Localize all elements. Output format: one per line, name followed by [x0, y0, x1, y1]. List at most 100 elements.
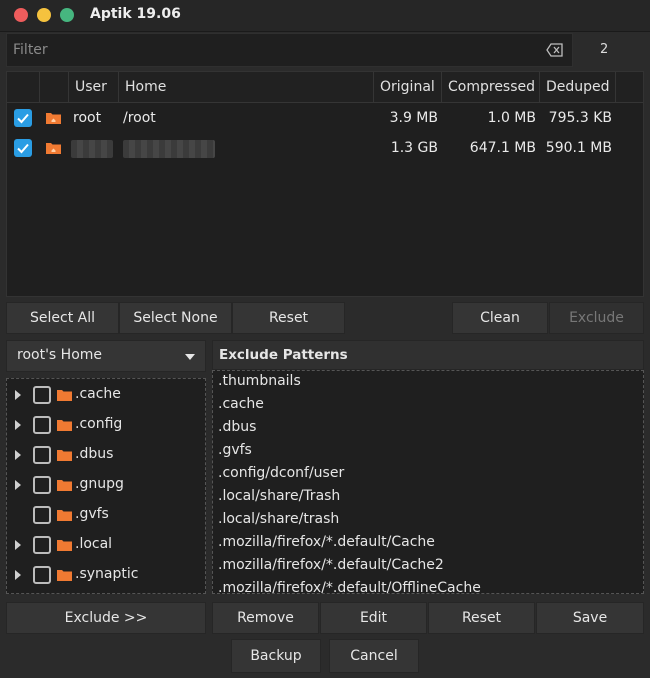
folder-icon [57, 510, 72, 521]
deduped-size-cell: 795.3 KB [548, 110, 612, 126]
tree-item-label: .gvfs [75, 506, 109, 522]
row-checkbox[interactable] [14, 109, 32, 127]
original-size-cell: 1.3 GB [390, 140, 438, 156]
list-item[interactable]: .config/dconf/user [218, 465, 344, 481]
exclude-button[interactable]: Exclude [549, 302, 644, 334]
tree-item[interactable]: .local [7, 530, 205, 560]
check-icon [17, 113, 29, 124]
folder-icon [57, 570, 72, 581]
redacted-user-cell [71, 140, 113, 158]
compressed-size-cell: 1.0 MB [487, 110, 536, 126]
expand-arrow-icon[interactable] [15, 390, 21, 400]
maximize-window-button[interactable] [60, 8, 74, 22]
title-bar: Aptik 19.06 [0, 0, 650, 32]
list-item[interactable]: .cache [218, 396, 264, 412]
header-compressed[interactable]: Compressed [441, 72, 539, 103]
header-original[interactable]: Original [373, 72, 441, 103]
header-deduped[interactable]: Deduped [539, 72, 615, 103]
check-icon [17, 143, 29, 154]
tree-item-label: .gnupg [75, 476, 124, 492]
tree-checkbox[interactable] [33, 386, 51, 404]
header-user[interactable]: User [68, 72, 118, 103]
tree-item-label: .config [75, 416, 123, 432]
minimize-window-button[interactable] [37, 8, 51, 22]
redacted-home-cell [123, 140, 215, 158]
filter-input[interactable] [13, 40, 533, 60]
deduped-size-cell: 590.1 MB [545, 140, 612, 156]
chevron-down-icon [185, 354, 195, 360]
tree-checkbox[interactable] [33, 446, 51, 464]
home-folder-icon [46, 113, 61, 124]
table-row[interactable]: root /root 3.9 MB 1.0 MB 795.3 KB [7, 103, 643, 133]
tree-item[interactable]: .config [7, 410, 205, 440]
tree-item-label: .synaptic [75, 566, 139, 582]
header-checkbox-column[interactable] [7, 72, 39, 103]
select-all-button[interactable]: Select All [6, 302, 119, 334]
folder-icon [57, 390, 72, 401]
tree-checkbox[interactable] [33, 416, 51, 434]
header-spacer [615, 72, 643, 103]
tree-item[interactable]: .cache [7, 380, 205, 410]
list-item[interactable]: .local/share/trash [218, 511, 339, 527]
exclude-add-button[interactable]: Exclude >> [6, 602, 206, 634]
close-window-button[interactable] [14, 8, 28, 22]
folder-icon [57, 450, 72, 461]
table-row[interactable]: 1.3 GB 647.1 MB 590.1 MB [7, 133, 643, 163]
list-item[interactable]: .mozilla/firefox/*.default/Cache [218, 534, 435, 550]
reset-patterns-button[interactable]: Reset [428, 602, 535, 634]
exclude-patterns-list: .thumbnails .cache .dbus .gvfs .config/d… [212, 370, 644, 594]
list-item[interactable]: .gvfs [218, 442, 252, 458]
row-checkbox[interactable] [14, 139, 32, 157]
home-selector-dropdown[interactable]: root's Home [6, 340, 206, 372]
filter-box [6, 33, 573, 67]
expand-arrow-icon[interactable] [15, 420, 21, 430]
expand-arrow-icon[interactable] [15, 540, 21, 550]
list-item[interactable]: .local/share/Trash [218, 488, 340, 504]
folder-icon [57, 420, 72, 431]
home-selector-value: root's Home [17, 347, 103, 363]
reset-selection-button[interactable]: Reset [232, 302, 345, 334]
expand-arrow-icon[interactable] [15, 570, 21, 580]
home-folder-icon [46, 143, 61, 154]
cancel-button[interactable]: Cancel [329, 639, 419, 673]
expand-arrow-icon[interactable] [15, 480, 21, 490]
header-icon-column[interactable] [39, 72, 68, 103]
tree-item[interactable]: .synaptic [7, 560, 205, 590]
users-table: User Home Original Compressed Deduped ro… [6, 71, 644, 297]
table-header: User Home Original Compressed Deduped [7, 72, 643, 103]
list-item[interactable]: .mozilla/firefox/*.default/Cache2 [218, 557, 444, 573]
tree-checkbox[interactable] [33, 566, 51, 584]
expand-arrow-icon[interactable] [15, 450, 21, 460]
tree-checkbox[interactable] [33, 476, 51, 494]
select-none-button[interactable]: Select None [119, 302, 232, 334]
tree-checkbox[interactable] [33, 506, 51, 524]
list-item[interactable]: .thumbnails [218, 373, 301, 389]
tree-item[interactable]: .gnupg [7, 470, 205, 500]
remove-pattern-button[interactable]: Remove [212, 602, 319, 634]
tree-item-label: .cache [75, 386, 121, 402]
tree-item-label: .dbus [75, 446, 114, 462]
folder-tree: .cache .config .dbus .gnupg .gvfs .local… [6, 378, 206, 594]
result-count: 2 [600, 42, 609, 57]
original-size-cell: 3.9 MB [389, 110, 438, 126]
window-title: Aptik 19.06 [90, 6, 181, 22]
user-cell: root [73, 110, 102, 126]
header-home[interactable]: Home [118, 72, 373, 103]
save-patterns-button[interactable]: Save [536, 602, 644, 634]
backup-button[interactable]: Backup [231, 639, 321, 673]
list-item[interactable]: .mozilla/firefox/*.default/OfflineCache [218, 580, 481, 593]
compressed-size-cell: 647.1 MB [469, 140, 536, 156]
exclude-patterns-title: Exclude Patterns [219, 347, 348, 363]
clean-button[interactable]: Clean [452, 302, 548, 334]
folder-icon [57, 540, 72, 551]
tree-item[interactable]: .dbus [7, 440, 205, 470]
clear-text-icon[interactable] [546, 43, 564, 57]
edit-pattern-button[interactable]: Edit [320, 602, 427, 634]
exclude-patterns-header: Exclude Patterns [212, 340, 644, 370]
folder-icon [57, 480, 72, 491]
tree-item-label: .local [75, 536, 113, 552]
tree-checkbox[interactable] [33, 536, 51, 554]
list-item[interactable]: .dbus [218, 419, 256, 435]
tree-item[interactable]: .gvfs [7, 500, 205, 530]
home-cell: /root [123, 110, 156, 126]
